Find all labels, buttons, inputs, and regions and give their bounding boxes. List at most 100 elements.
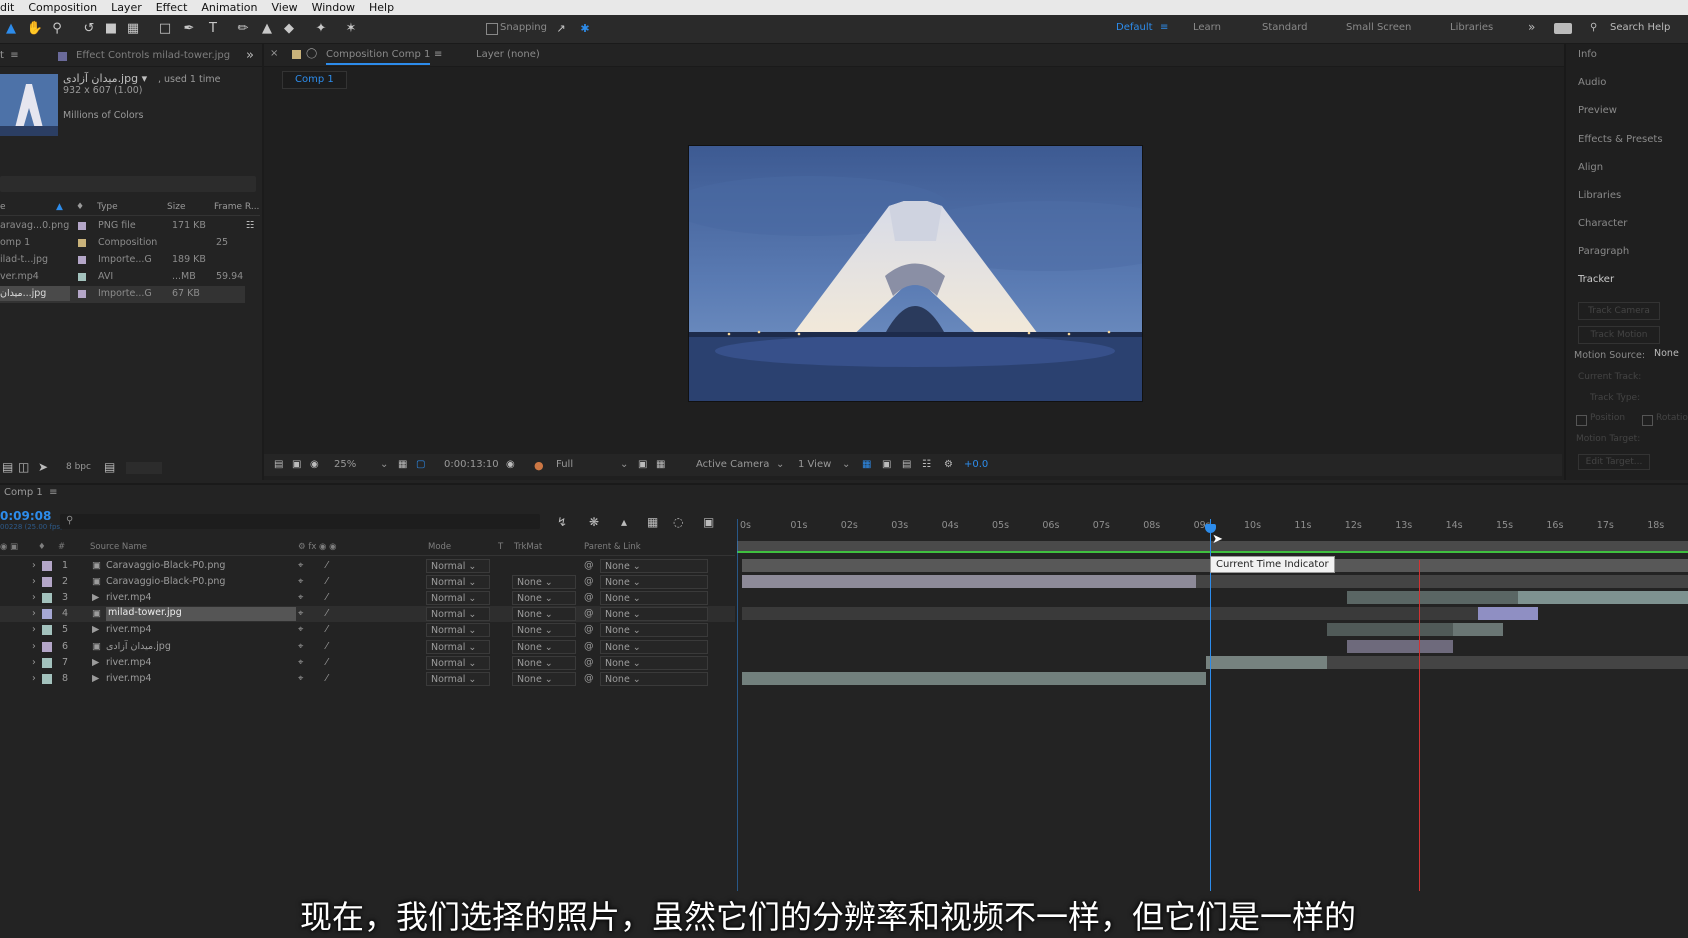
type-tool-icon[interactable]: T	[204, 20, 222, 38]
expand-arrow-icon[interactable]: ›	[32, 641, 36, 652]
transparency-grid-icon[interactable]: ▢	[416, 459, 425, 470]
chevron-down-icon[interactable]: ⌄	[620, 459, 628, 470]
chevron-down-icon[interactable]: ⌄	[776, 459, 784, 470]
tab-menu-icon[interactable]: ≡	[49, 487, 57, 498]
workspace-standard[interactable]: Standard	[1262, 22, 1308, 33]
trkmat-dropdown[interactable]: None ⌄	[512, 591, 576, 606]
quality-switch-icon[interactable]: ⁄	[326, 592, 328, 603]
fast-preview-icon[interactable]: ▣	[882, 459, 891, 470]
resolution-dropdown[interactable]: Full	[556, 459, 573, 470]
workspace-default[interactable]: Default	[1116, 22, 1153, 33]
trkmat-dropdown[interactable]: None ⌄	[512, 607, 576, 622]
mode-dropdown[interactable]: Normal ⌄	[426, 623, 490, 638]
panel-effects-presets[interactable]: Effects & Presets	[1578, 134, 1663, 145]
bit-depth-button[interactable]: 8 bpc	[66, 462, 91, 472]
hand-tool-icon[interactable]: ✋	[26, 20, 44, 38]
mode-dropdown[interactable]: Normal ⌄	[426, 655, 490, 670]
sort-arrow-icon[interactable]: ▲	[56, 202, 63, 212]
rotate-tool-icon[interactable]: ↺	[80, 20, 98, 38]
menu-animation[interactable]: Animation	[201, 1, 257, 14]
layer-source-name[interactable]: milad-tower.jpg	[106, 607, 296, 622]
pickwhip-icon[interactable]: @	[584, 641, 594, 652]
timeline-tab[interactable]: Comp 1 ≡	[4, 487, 57, 498]
quality-switch-icon[interactable]: ⁄	[326, 657, 328, 668]
menu-window[interactable]: Window	[312, 1, 355, 14]
tab-layer[interactable]: Layer (none)	[476, 49, 540, 60]
anchor-switch-icon[interactable]: ⌖	[298, 657, 303, 668]
lock-icon[interactable]: ◯	[306, 48, 317, 59]
current-time-display[interactable]: 0:00:13:10	[444, 459, 499, 470]
anchor-switch-icon[interactable]: ⌖	[298, 608, 303, 619]
panel-audio[interactable]: Audio	[1578, 77, 1606, 88]
puppet-tool-icon[interactable]: ✶	[342, 20, 360, 38]
comp-navigator-tab[interactable]: Comp 1	[282, 71, 347, 89]
layer-source-name[interactable]: river.mp4	[106, 592, 151, 603]
source-name-header[interactable]: Source Name	[90, 542, 147, 552]
layer-duration-bar[interactable]	[1326, 655, 1688, 669]
panel-paragraph[interactable]: Paragraph	[1578, 246, 1629, 257]
parent-dropdown[interactable]: None ⌄	[600, 671, 708, 686]
flowchart-icon[interactable]: ☷	[246, 220, 255, 231]
timeline-search-input[interactable]: ⚲	[60, 514, 540, 529]
quality-switch-icon[interactable]: ⁄	[326, 624, 328, 635]
parent-dropdown[interactable]: None ⌄	[600, 623, 708, 638]
brush-tool-icon[interactable]: ✏	[234, 20, 252, 38]
anchor-switch-icon[interactable]: ⌖	[298, 641, 303, 652]
expand-arrow-icon[interactable]: ›	[32, 657, 36, 668]
trkmat-header[interactable]: TrkMat	[514, 542, 542, 552]
mode-dropdown[interactable]: Normal ⌄	[426, 607, 490, 622]
layer-source-name[interactable]: Caravaggio-Black-P0.png	[106, 576, 225, 587]
exposure-value[interactable]: +0.0	[964, 459, 988, 470]
anchor-switch-icon[interactable]: ⌖	[298, 592, 303, 603]
layer-duration-bar[interactable]	[1346, 639, 1453, 653]
panel-tracker[interactable]: Tracker	[1578, 274, 1614, 285]
label-column-icon[interactable]: ♦	[76, 202, 84, 212]
workspace-learn[interactable]: Learn	[1193, 22, 1221, 33]
search-help-field[interactable]: Search Help	[1610, 22, 1670, 33]
mode-header[interactable]: Mode	[428, 542, 451, 552]
project-search-input[interactable]	[0, 176, 256, 192]
layer-duration-bar[interactable]	[1205, 655, 1327, 669]
snap-feature-icon[interactable]: ✱	[576, 20, 594, 38]
motion-blur-icon[interactable]: ◌	[673, 515, 683, 529]
track-motion-button[interactable]: Track Motion	[1578, 326, 1660, 344]
new-folder-icon[interactable]: ◫	[18, 460, 29, 474]
project-item[interactable]: ilad-t...jpg Importe...G 189 KB	[0, 252, 245, 269]
menu-effect[interactable]: Effect	[156, 1, 188, 14]
layer-source-name[interactable]: Caravaggio-Black-P0.png	[106, 560, 225, 571]
region-of-interest-icon[interactable]: ▣	[638, 459, 647, 470]
layer-duration-bar[interactable]	[1346, 591, 1519, 605]
expand-arrow-icon[interactable]: ›	[32, 624, 36, 635]
layer-duration-bar[interactable]	[1452, 623, 1504, 637]
expand-arrow-icon[interactable]: ›	[32, 592, 36, 603]
delete-icon[interactable]: ▤	[104, 460, 115, 474]
pickwhip-icon[interactable]: @	[584, 657, 594, 668]
mode-dropdown[interactable]: Normal ⌄	[426, 639, 490, 654]
transparency-icon[interactable]: ▦	[656, 459, 665, 470]
layer-row[interactable]: › 8 ▶ river.mp4 ⌖ ⁄ Normal ⌄ None ⌄ @ None ⌄	[0, 671, 735, 687]
menu-composition[interactable]: Composition	[28, 1, 97, 14]
quality-switch-icon[interactable]: ⁄	[326, 641, 328, 652]
view-layout-dropdown[interactable]: 1 View	[798, 459, 831, 470]
shy-layers-icon[interactable]: ▴	[621, 515, 627, 529]
pen-tool-icon[interactable]: ✒	[180, 20, 198, 38]
layer-duration-bar[interactable]	[1477, 607, 1539, 621]
search-icon[interactable]: ⚲	[1590, 22, 1597, 33]
layer-row[interactable]: › 7 ▶ river.mp4 ⌖ ⁄ Normal ⌄ None ⌄ @ None ⌄	[0, 655, 735, 671]
trkmat-dropdown[interactable]: None ⌄	[512, 623, 576, 638]
layer-row[interactable]: › 6 ▣ میدان آزادی.jpg ⌖ ⁄ Normal ⌄ None ⌄ @ None …	[0, 639, 735, 655]
rectangle-tool-icon[interactable]: □	[156, 20, 174, 38]
new-composition-icon[interactable]: ➤	[38, 460, 48, 474]
mode-dropdown[interactable]: Normal ⌄	[426, 559, 490, 573]
type-column-header[interactable]: Type	[97, 202, 118, 212]
tab-composition[interactable]: Composition Comp 1	[326, 49, 431, 65]
frame-rate-column-header[interactable]: Frame R...	[214, 202, 259, 212]
frame-blending-icon[interactable]: ▦	[647, 515, 658, 529]
thumbnail-slider[interactable]	[126, 462, 162, 474]
draft-3d-icon[interactable]: ❋	[589, 515, 599, 529]
project-item-selected[interactable]: میدان...jpg Importe...G 67 KB	[0, 286, 245, 303]
quality-switch-icon[interactable]: ⁄	[326, 673, 328, 684]
comp-mini-flowchart-icon[interactable]: ↯	[557, 515, 567, 529]
anchor-switch-icon[interactable]: ⌖	[298, 560, 303, 571]
motion-source-dropdown[interactable]: None	[1654, 348, 1679, 359]
